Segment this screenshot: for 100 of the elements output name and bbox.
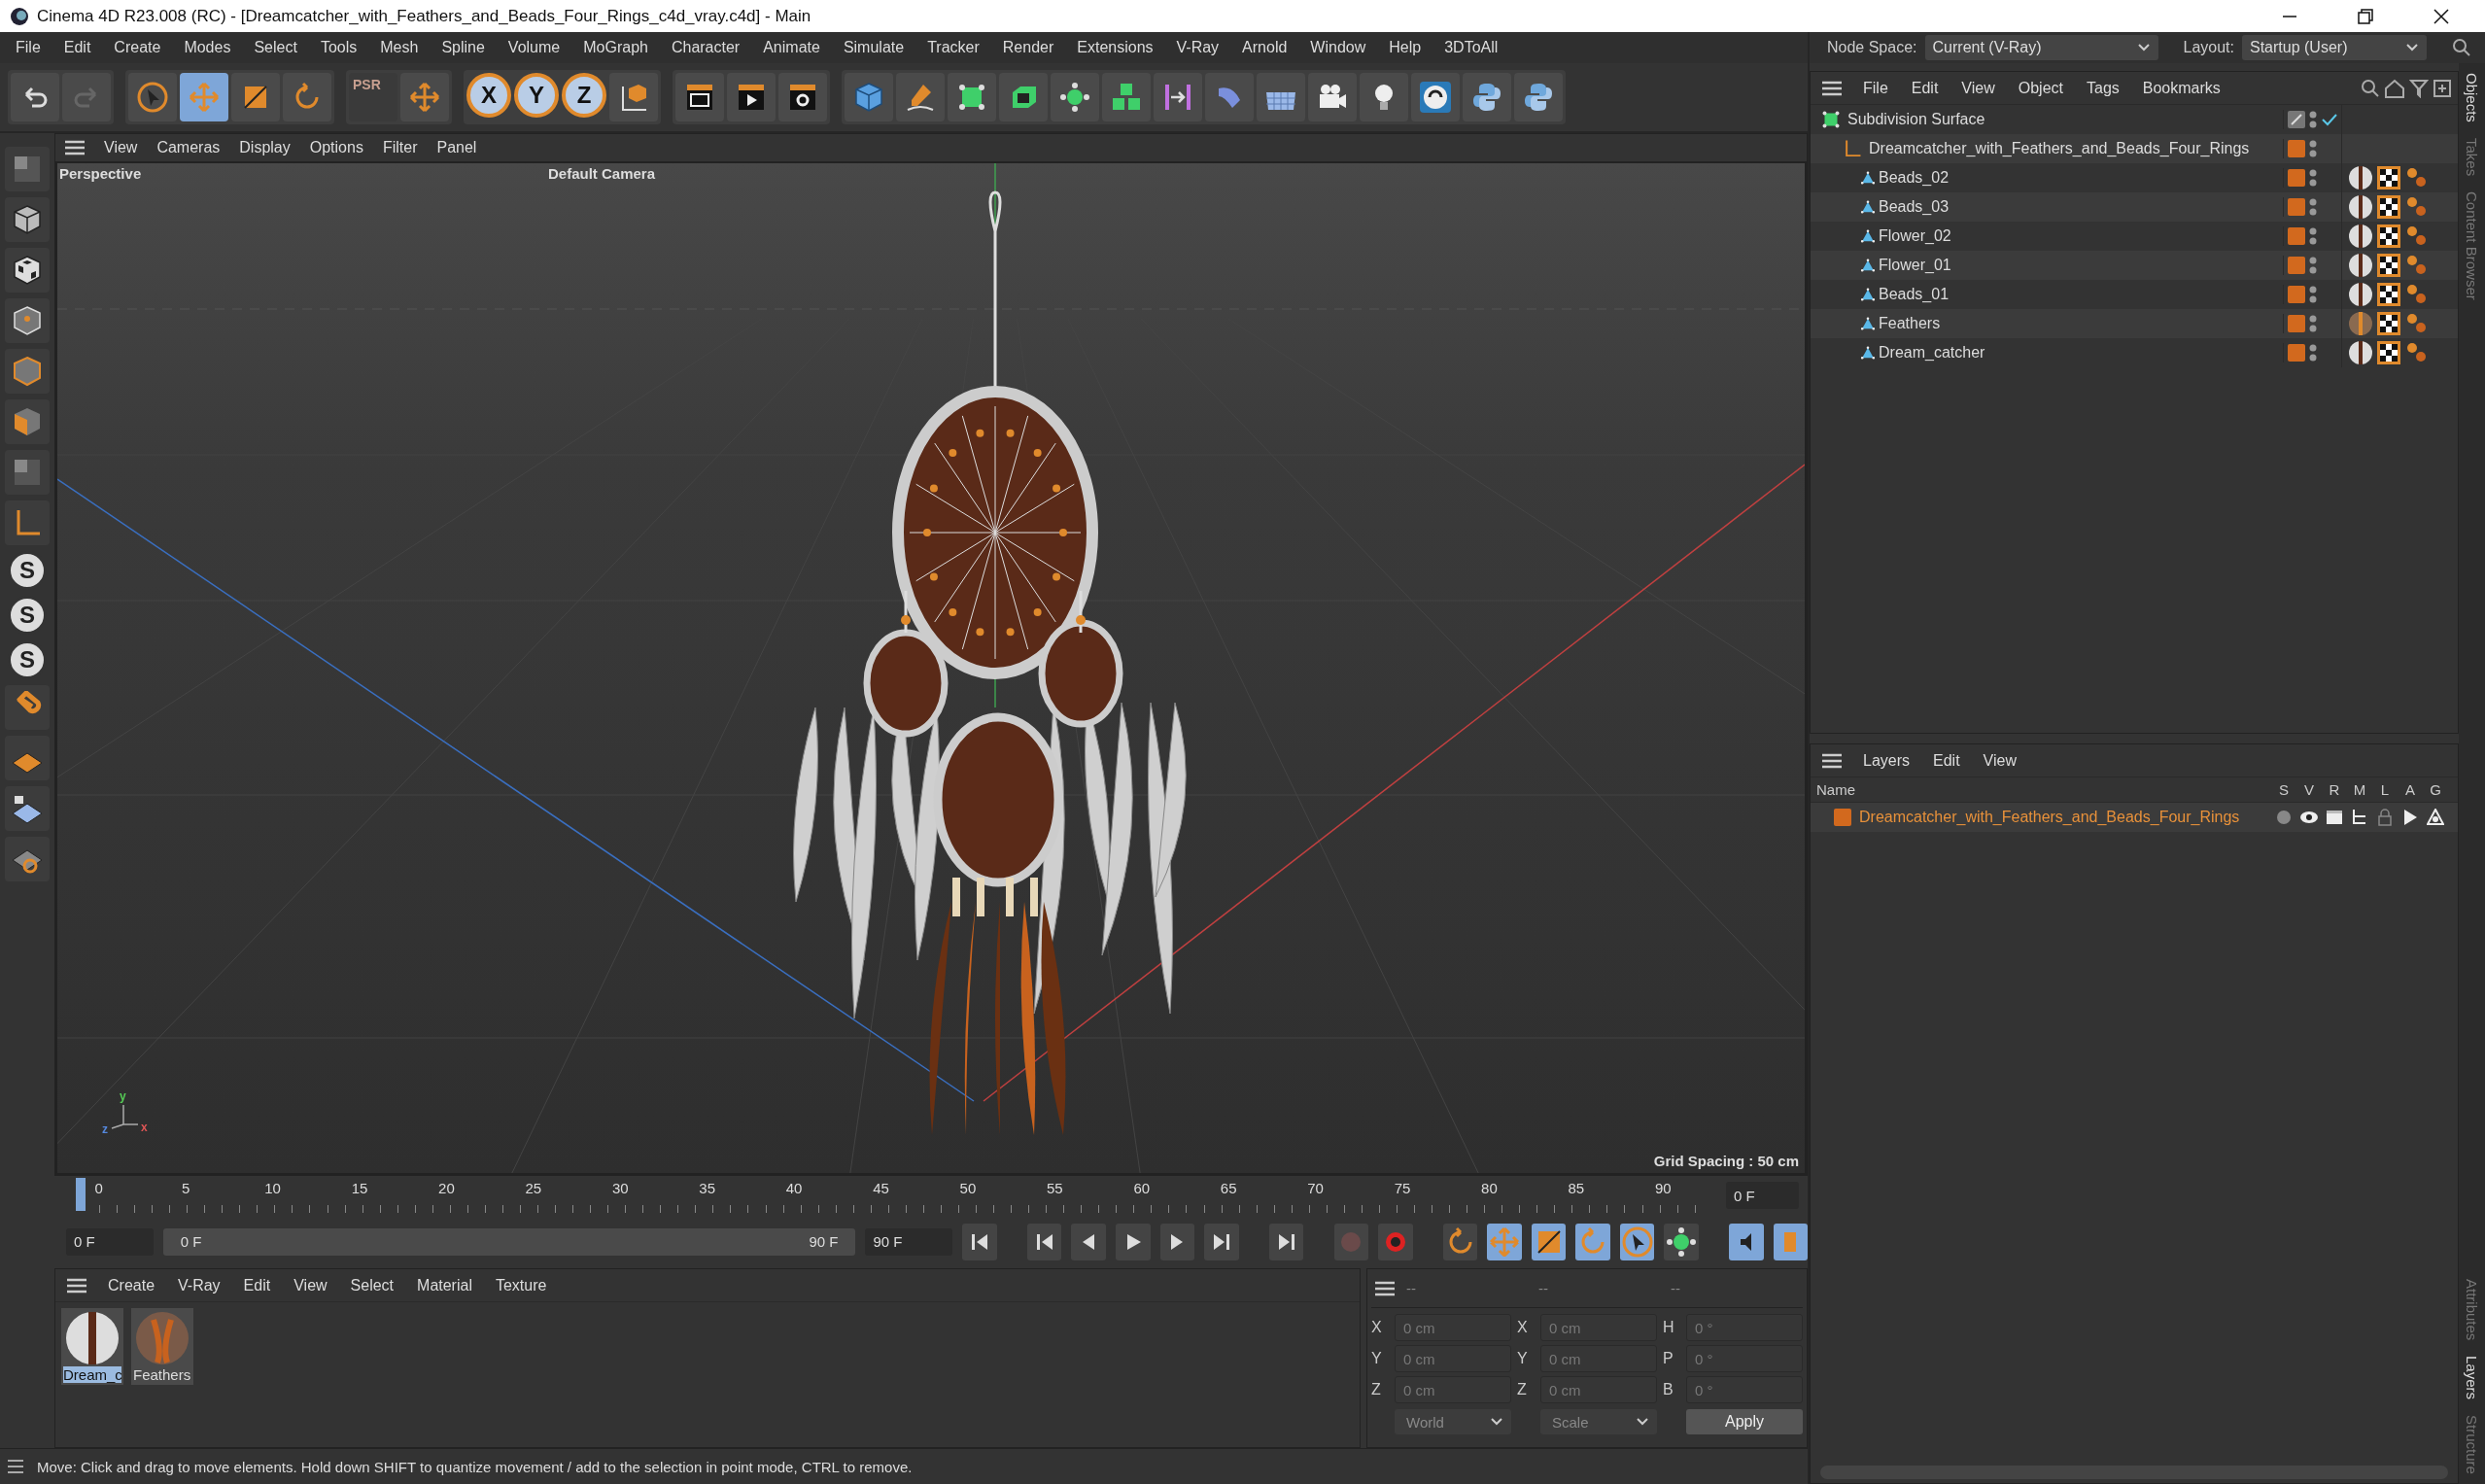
tool-button[interactable] (5, 786, 50, 831)
mode-button[interactable] (5, 298, 50, 343)
layer-color-swatch[interactable] (2288, 286, 2305, 303)
sphere-material-tag-icon[interactable] (2348, 282, 2373, 307)
layer-color-swatch[interactable] (1834, 809, 1851, 826)
object-menu-item[interactable]: File (1853, 79, 1898, 97)
layer-row[interactable]: Dreamcatcher_with_Feathers_and_Beads_Four_Rings (1811, 803, 2458, 832)
end-frame-field[interactable]: 90 F (865, 1227, 953, 1256)
tool-button[interactable] (5, 736, 50, 780)
column-header[interactable]: V (2296, 781, 2322, 798)
create-object-button[interactable] (1411, 73, 1460, 121)
visibility-dots-icon[interactable] (2309, 168, 2317, 188)
checker-tag-icon[interactable] (2377, 254, 2400, 277)
material-menu-item[interactable]: Edit (233, 1276, 281, 1294)
view-menu-item[interactable]: Panel (427, 139, 487, 156)
axis-lock-button[interactable]: Z (562, 73, 606, 118)
side-tab[interactable]: Objects (2464, 73, 2480, 122)
feather-material-tag-icon[interactable] (2348, 311, 2373, 336)
next-frame-button[interactable] (1159, 1223, 1195, 1260)
sound-button[interactable] (1729, 1223, 1764, 1260)
layer-color-swatch[interactable] (2288, 257, 2305, 274)
checker-tag-icon[interactable] (2377, 312, 2400, 335)
material-menu-item[interactable]: Material (407, 1276, 482, 1294)
layer-color-swatch[interactable] (2288, 140, 2305, 157)
material-menu-item[interactable]: View (284, 1276, 337, 1294)
checker-tag-icon[interactable] (2377, 166, 2400, 190)
view-menu-item[interactable]: View (94, 139, 148, 156)
column-header[interactable]: Name (1811, 781, 2271, 798)
material-menu-item[interactable]: Create (98, 1276, 165, 1294)
dots-tag-icon[interactable] (2404, 254, 2428, 277)
layer-color-swatch[interactable] (2288, 169, 2305, 187)
sphere-material-tag-icon[interactable] (2348, 165, 2373, 190)
snap-button[interactable]: S (8, 640, 47, 679)
autokey-button[interactable] (1378, 1223, 1413, 1260)
object-row[interactable]: Flower_01 (1811, 251, 2458, 280)
go-to-start-button[interactable] (962, 1223, 997, 1260)
new-panel-icon[interactable] (2433, 78, 2452, 98)
point-mode-icon[interactable] (11, 304, 44, 337)
column-header[interactable]: S (2271, 781, 2296, 798)
menu-item[interactable]: Tracker (915, 39, 991, 56)
menu-item[interactable]: Modes (172, 39, 243, 56)
column-header[interactable]: L (2372, 781, 2398, 798)
viewport[interactable]: Perspective Default Camera Grid Spacing : 50 cm y z x (55, 161, 1807, 1175)
create-object-button[interactable] (1308, 73, 1357, 121)
column-header[interactable]: M (2347, 781, 2372, 798)
menu-item[interactable]: Tools (308, 39, 369, 56)
menu-item[interactable]: Simulate (831, 39, 916, 56)
apply-button[interactable]: Apply (1686, 1409, 1803, 1434)
menu-item[interactable]: Spline (430, 39, 497, 56)
column-header[interactable]: G (2423, 781, 2448, 798)
snap-button[interactable]: S (8, 551, 47, 590)
play-button[interactable] (1116, 1223, 1151, 1260)
film-strip-button[interactable] (1773, 1223, 1809, 1260)
previous-frame-button[interactable] (1071, 1223, 1106, 1260)
menu-item[interactable]: Edit (52, 39, 103, 56)
render-button[interactable] (675, 73, 724, 121)
column-header[interactable]: R (2322, 781, 2347, 798)
edge-mode-icon[interactable] (11, 355, 44, 388)
layer-menu-item[interactable]: Layers (1853, 751, 1920, 770)
sphere-material-tag-icon[interactable] (2348, 194, 2373, 220)
object-menu-item[interactable]: View (1951, 79, 2005, 97)
filter-icon[interactable] (2409, 78, 2429, 98)
check-icon[interactable] (2321, 112, 2338, 127)
create-object-button[interactable] (1360, 73, 1408, 121)
visibility-dots-icon[interactable] (2309, 110, 2317, 129)
view-menu-item[interactable]: Filter (372, 139, 428, 156)
layer-menu-item[interactable]: Edit (1923, 751, 1970, 770)
checker-tag-icon[interactable] (2377, 283, 2400, 306)
cloner-icon[interactable] (1058, 81, 1091, 114)
visibility-dots-icon[interactable] (2309, 226, 2317, 246)
checker-tag-icon[interactable] (2377, 341, 2400, 364)
object-row[interactable]: Feathers (1811, 309, 2458, 338)
coordinate-system-button[interactable] (609, 73, 658, 121)
material-menu-item[interactable]: Texture (485, 1276, 557, 1294)
generator-icon[interactable] (2427, 809, 2444, 826)
create-object-button[interactable] (1463, 73, 1511, 121)
menu-item[interactable]: Character (659, 39, 752, 56)
menu-item[interactable]: Create (102, 39, 173, 56)
layer-color-swatch[interactable] (2288, 198, 2305, 216)
menu-item[interactable]: V-Ray (1164, 39, 1231, 56)
eye-icon[interactable] (2299, 810, 2319, 825)
menu-item[interactable]: Volume (496, 39, 572, 56)
mode-button[interactable] (5, 248, 50, 293)
menu-item[interactable]: 3DToAll (1432, 39, 1510, 56)
menu-item[interactable]: Render (990, 39, 1066, 56)
menu-item[interactable]: Animate (751, 39, 832, 56)
cursor-icon[interactable] (136, 81, 169, 114)
visibility-dots-icon[interactable] (2309, 256, 2317, 275)
object-menu-item[interactable]: Bookmarks (2132, 79, 2230, 97)
side-tab[interactable]: Layers (2464, 1356, 2480, 1400)
material-menu-item[interactable]: V-Ray (168, 1276, 230, 1294)
add-move-button[interactable] (400, 73, 449, 121)
menu-icon[interactable] (6, 1457, 25, 1476)
object-row[interactable]: Beads_03 (1811, 192, 2458, 222)
object-menu-item[interactable]: Edit (1901, 79, 1949, 97)
move-icon[interactable] (408, 81, 441, 114)
checker-tag-icon[interactable] (2377, 224, 2400, 248)
material-menu-item[interactable]: Select (340, 1276, 404, 1294)
create-object-button[interactable] (1257, 73, 1305, 121)
rotate-tool-button[interactable] (283, 73, 331, 121)
